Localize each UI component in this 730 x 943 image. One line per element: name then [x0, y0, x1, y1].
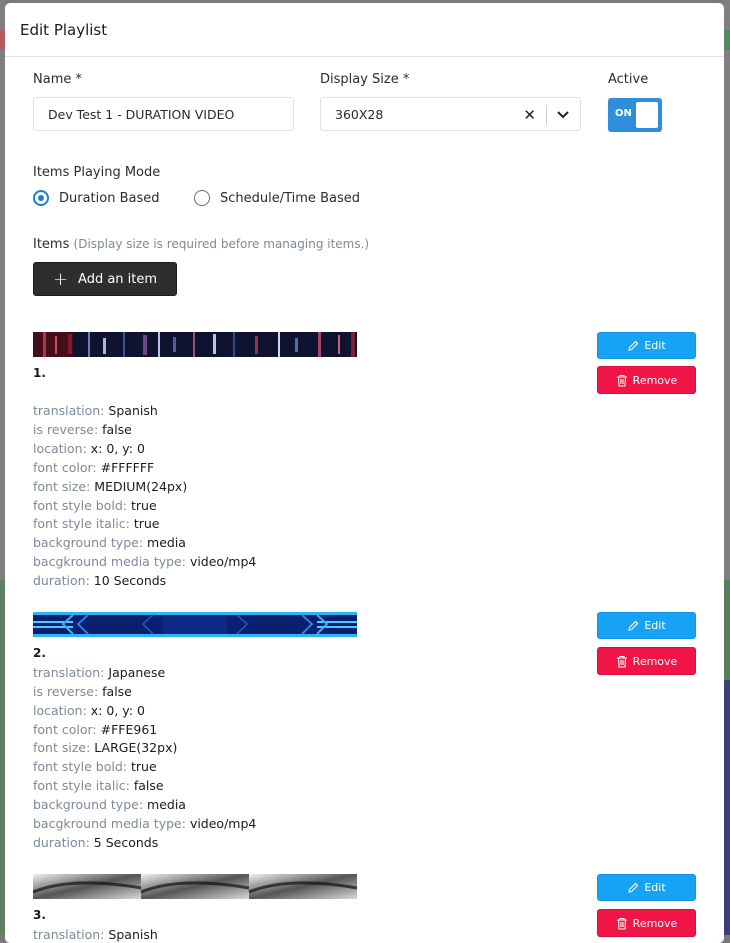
item-1-prop: bacgkround media type: video/mp4	[33, 554, 257, 569]
item-1-number: 1.	[33, 366, 46, 380]
radio-schedule-based[interactable]: Schedule/Time Based	[194, 190, 360, 206]
item-3-number: 3.	[33, 908, 46, 922]
backdrop-right	[724, 0, 730, 935]
item-2-thumbnail	[33, 612, 357, 637]
radio-checked-icon[interactable]	[33, 190, 49, 206]
item-2-prop: background type: media	[33, 797, 186, 812]
radio-duration-label: Duration Based	[59, 190, 160, 206]
add-item-label: Add an item	[78, 271, 158, 287]
remove-label: Remove	[632, 654, 678, 668]
edit-label: Edit	[644, 339, 666, 352]
item-1-prop: font color: #FFFFFF	[33, 460, 155, 475]
item-1-edit-button[interactable]: Edit	[597, 332, 696, 359]
pencil-icon	[628, 340, 639, 351]
item-2-prop: font style bold: true	[33, 759, 157, 774]
display-size-select[interactable]: 360X28 ✕	[320, 97, 581, 131]
modal-header: Edit Playlist	[5, 3, 724, 57]
radio-schedule-label: Schedule/Time Based	[220, 190, 360, 206]
active-toggle[interactable]: ON	[608, 98, 662, 132]
item-2-prop: font size: LARGE(32px)	[33, 740, 178, 755]
item-2-prop: translation: Japanese	[33, 665, 166, 680]
chevron-down-icon[interactable]	[556, 107, 570, 124]
plus-icon: +	[52, 268, 69, 290]
item-3-remove-button[interactable]: Remove	[597, 909, 696, 937]
display-size-label: Display Size *	[320, 72, 410, 87]
item-1-prop: duration: 10 Seconds	[33, 573, 167, 588]
pencil-icon	[628, 882, 639, 893]
item-1-prop: background type: media	[33, 535, 186, 550]
toggle-knob	[636, 102, 658, 128]
select-separator	[546, 105, 547, 125]
items-hint: (Display size is required before managin…	[73, 237, 370, 251]
add-item-button[interactable]: + Add an item	[33, 262, 177, 296]
active-label: Active	[608, 72, 649, 87]
item-1-prop: translation: Spanish	[33, 403, 158, 418]
item-1-prop: font style italic: true	[33, 516, 160, 531]
edit-playlist-modal: Edit Playlist Name * Dev Test 1 - DURATI…	[5, 3, 724, 943]
items-label: Items	[33, 237, 70, 252]
item-1-thumbnail	[33, 332, 357, 357]
radio-duration-based[interactable]: Duration Based	[33, 190, 160, 206]
pencil-icon	[628, 620, 639, 631]
active-toggle-text: ON	[615, 108, 632, 119]
name-input-value: Dev Test 1 - DURATION VIDEO	[48, 106, 235, 122]
item-2-prop: location: x: 0, y: 0	[33, 703, 145, 718]
item-2-prop: font style italic: false	[33, 778, 164, 793]
item-2-prop: is reverse: false	[33, 684, 132, 699]
edit-label: Edit	[644, 619, 666, 632]
trash-icon	[616, 917, 627, 930]
item-2-prop: font color: #FFE961	[33, 722, 158, 737]
clear-icon[interactable]: ✕	[523, 106, 536, 124]
trash-icon	[616, 374, 627, 387]
mode-label: Items Playing Mode	[33, 165, 161, 180]
items-label-row: Items (Display size is required before m…	[33, 237, 369, 252]
item-1-prop: is reverse: false	[33, 422, 132, 437]
item-2-prop: duration: 5 Seconds	[33, 835, 159, 850]
item-1-prop: font style bold: true	[33, 498, 157, 513]
item-3-thumbnail	[33, 874, 357, 899]
remove-label: Remove	[632, 916, 678, 930]
item-2-remove-button[interactable]: Remove	[597, 647, 696, 675]
radio-unchecked-icon[interactable]	[194, 190, 210, 206]
item-2-edit-button[interactable]: Edit	[597, 612, 696, 639]
item-1-prop: font size: MEDIUM(24px)	[33, 479, 188, 494]
name-input[interactable]: Dev Test 1 - DURATION VIDEO	[33, 97, 294, 131]
item-2-prop: bacgkround media type: video/mp4	[33, 816, 257, 831]
item-3-edit-button[interactable]: Edit	[597, 874, 696, 901]
item-1-prop: location: x: 0, y: 0	[33, 441, 145, 456]
modal-title: Edit Playlist	[20, 20, 108, 39]
edit-label: Edit	[644, 881, 666, 894]
item-1-remove-button[interactable]: Remove	[597, 366, 696, 394]
trash-icon	[616, 655, 627, 668]
display-size-value: 360X28	[335, 106, 384, 122]
item-2-number: 2.	[33, 646, 46, 660]
remove-label: Remove	[632, 373, 678, 387]
name-label: Name *	[33, 72, 82, 87]
